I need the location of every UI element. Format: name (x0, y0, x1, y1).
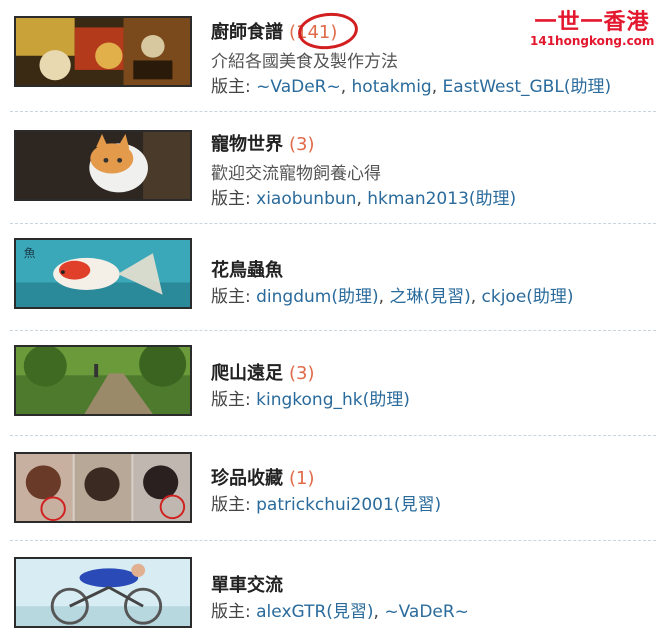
moderator-link[interactable]: kingkong_hk (256, 390, 362, 410)
moderator-role: (見習) (326, 602, 374, 622)
moderator-separator: , (378, 287, 390, 307)
moderator-link[interactable]: xiaobunbun (256, 189, 356, 209)
moderator-link[interactable]: ~VaDeR~ (256, 77, 341, 97)
moderator-label: 版主: (211, 287, 251, 307)
moderator-line: 版主: kingkong_hk(助理) (211, 385, 410, 410)
moderator-separator: , (373, 602, 385, 622)
forum-thumbnail-cooking[interactable] (14, 16, 192, 87)
row-divider (10, 435, 656, 436)
forum-description: 歡迎交流寵物飼養心得 (211, 164, 381, 184)
moderator-role: (見習) (423, 287, 471, 307)
moderator-link[interactable]: ~VaDeR~ (384, 602, 469, 622)
moderator-role: (助理) (563, 77, 612, 97)
moderator-separator: , (431, 77, 443, 97)
logo-domain-text: 141hongkong.com (530, 34, 655, 48)
moderator-link[interactable]: alexGTR (256, 602, 326, 622)
row-divider (10, 330, 656, 331)
moderator-role: (助理) (331, 287, 379, 307)
moderator-link[interactable]: hotakmig (352, 77, 432, 97)
moderator-link[interactable]: dingdum (256, 287, 331, 307)
forum-title[interactable]: 寵物世界 (211, 134, 283, 155)
moderator-link[interactable]: patrickchui2001 (256, 495, 394, 515)
forum-thumbnail-pets[interactable] (14, 130, 192, 201)
post-count: (1) (289, 468, 315, 489)
row-divider (10, 111, 656, 112)
moderator-line: 版主: patrickchui2001(見習) (211, 490, 441, 515)
moderator-separator: , (356, 189, 368, 209)
forum-thumbnail-collectibles[interactable] (14, 452, 192, 523)
moderator-label: 版主: (211, 189, 251, 209)
forum-title[interactable]: 單車交流 (211, 575, 283, 596)
moderator-label: 版主: (211, 390, 251, 410)
svg-text:魚: 魚 (24, 246, 36, 260)
row-divider (10, 223, 656, 224)
logo-main-text: 一世一香港 (534, 10, 650, 35)
moderator-link[interactable]: EastWest_GBL (443, 77, 564, 97)
moderator-separator: , (340, 77, 352, 97)
moderator-link[interactable]: ckjoe (482, 287, 527, 307)
moderator-label: 版主: (211, 602, 251, 622)
forum-title[interactable]: 爬山遠足 (211, 363, 283, 384)
moderator-role: (助理) (468, 189, 517, 209)
forum-title[interactable]: 廚師食譜 (211, 22, 283, 43)
forum-title[interactable]: 花鳥蟲魚 (211, 260, 283, 281)
forum-description: 介紹各國美食及製作方法 (211, 52, 398, 72)
site-logo[interactable]: 一世一香港 141hongkong.com (530, 4, 655, 48)
moderator-role: (助理) (362, 390, 410, 410)
moderator-role: (助理) (526, 287, 574, 307)
moderator-link[interactable]: hkman2013 (367, 189, 469, 209)
forum-thumbnail-cycling[interactable] (14, 557, 192, 628)
moderator-label: 版主: (211, 495, 251, 515)
forum-thumbnail-fish[interactable]: 魚 (14, 238, 192, 309)
moderator-line: 版主: dingdum(助理), 之琳(見習), ckjoe(助理) (211, 282, 574, 307)
moderator-link[interactable]: 之琳 (389, 287, 423, 307)
post-count: (3) (289, 363, 315, 384)
moderator-line: 版主: alexGTR(見習), ~VaDeR~ (211, 597, 469, 622)
moderator-role: (見習) (393, 495, 442, 515)
moderator-line: 版主: xiaobunbun, hkman2013(助理) (211, 184, 516, 209)
forum-thumbnail-hiking[interactable] (14, 345, 192, 416)
moderator-separator: , (470, 287, 482, 307)
moderator-label: 版主: (211, 77, 251, 97)
annotation-circle (296, 9, 360, 53)
post-count: (3) (289, 134, 315, 155)
forum-title[interactable]: 珍品收藏 (211, 468, 283, 489)
row-divider (10, 540, 656, 541)
moderator-line: 版主: ~VaDeR~, hotakmig, EastWest_GBL(助理) (211, 72, 611, 97)
